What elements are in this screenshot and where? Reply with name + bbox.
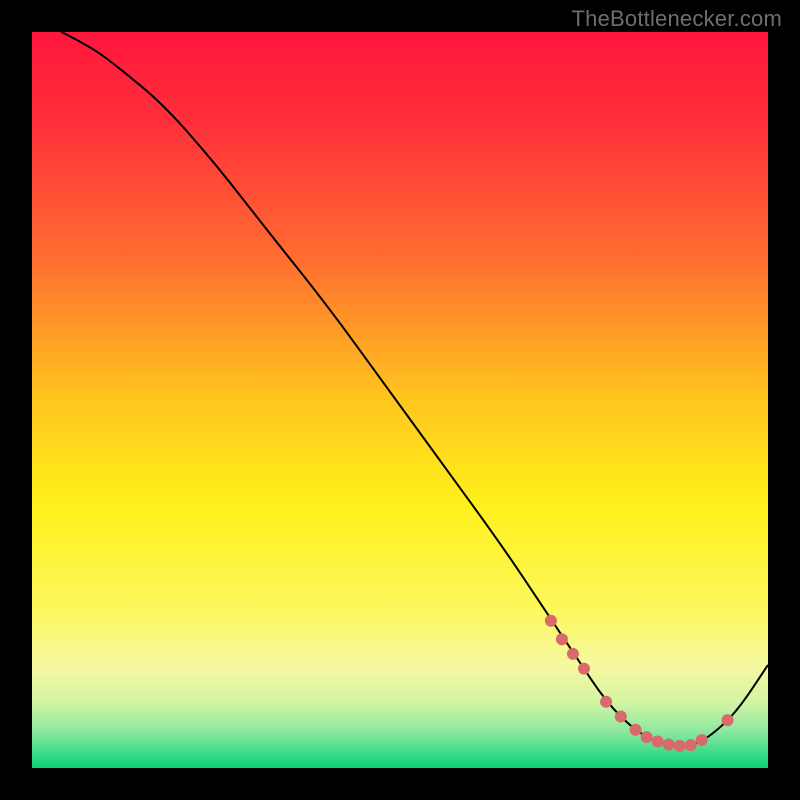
- highlight-dot: [696, 734, 708, 746]
- highlight-dot: [685, 739, 697, 751]
- highlight-dot: [630, 724, 642, 736]
- chart-stage: TheBottlenecker.com: [0, 0, 800, 800]
- highlight-dot: [545, 615, 557, 627]
- plot-area: [32, 32, 768, 768]
- highlight-dot: [567, 648, 579, 660]
- highlight-dot: [663, 738, 675, 750]
- highlight-dot: [578, 663, 590, 675]
- bottleneck-curve-chart: [32, 32, 768, 768]
- highlight-dot: [674, 740, 686, 752]
- highlight-dot: [652, 736, 664, 748]
- highlight-dot: [556, 633, 568, 645]
- highlight-dot: [641, 731, 653, 743]
- highlight-dot: [722, 714, 734, 726]
- gradient-background: [32, 32, 768, 768]
- attribution-label: TheBottlenecker.com: [572, 6, 782, 32]
- highlight-dot: [600, 696, 612, 708]
- highlight-dot: [615, 710, 627, 722]
